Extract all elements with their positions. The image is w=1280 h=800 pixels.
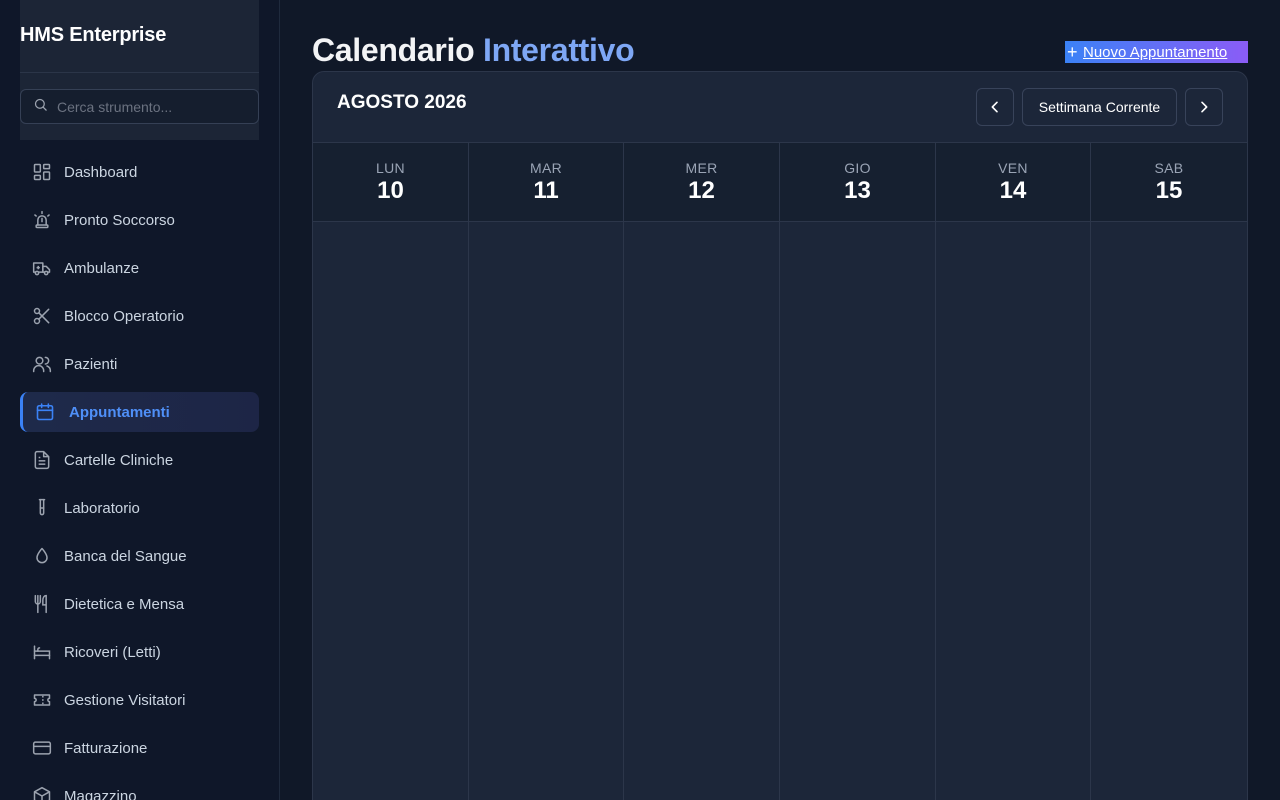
search-icon: [33, 97, 48, 117]
calendar-header: AGOSTO 2026 Settimana Corrente: [313, 72, 1247, 143]
credit-card-icon: [32, 738, 52, 758]
day-of-week: MER: [685, 160, 718, 176]
sidebar-item-label: Cartelle Cliniche: [64, 451, 174, 469]
day-column-tue[interactable]: MAR 11: [469, 143, 624, 800]
sidebar-item-fatturazione[interactable]: Fatturazione: [20, 728, 259, 768]
sidebar-item-ricoveri[interactable]: Ricoveri (Letti): [20, 632, 259, 672]
sidebar-header: HMS Enterprise: [20, 0, 259, 140]
chevron-left-icon: [991, 101, 998, 113]
siren-icon: [32, 210, 52, 230]
package-icon: [32, 786, 52, 800]
test-tube-icon: [32, 498, 52, 518]
sidebar-item-dashboard[interactable]: Dashboard: [20, 152, 259, 192]
day-slot-area[interactable]: [624, 222, 779, 800]
users-icon: [32, 354, 52, 374]
divider: [20, 72, 259, 73]
day-number: 13: [844, 177, 871, 204]
ticket-icon: [32, 690, 52, 710]
day-slot-area[interactable]: [780, 222, 935, 800]
sidebar-item-label: Fatturazione: [64, 739, 148, 757]
droplet-icon: [32, 546, 52, 566]
sidebar-item-label: Pronto Soccorso: [64, 211, 175, 229]
sidebar-item-magazzino[interactable]: Magazzino: [20, 776, 259, 800]
utensils-icon: [32, 594, 52, 614]
chevron-right-icon: [1201, 101, 1208, 113]
sidebar-item-label: Appuntamenti: [69, 403, 170, 421]
next-week-button[interactable]: [1185, 88, 1223, 126]
day-column-wed[interactable]: MER 12: [624, 143, 780, 800]
sidebar-item-pronto-soccorso[interactable]: Pronto Soccorso: [20, 200, 259, 240]
day-of-week: LUN: [376, 160, 405, 176]
day-number: 11: [533, 177, 559, 204]
page-title: Calendario Interattivo: [312, 32, 635, 69]
plus-icon: +: [1067, 42, 1078, 62]
page-title-accent: Interattivo: [482, 32, 635, 68]
day-number: 10: [377, 177, 404, 204]
sidebar-item-pazienti[interactable]: Pazienti: [20, 344, 259, 384]
day-of-week: SAB: [1154, 160, 1184, 176]
search-box[interactable]: [20, 89, 259, 124]
day-number: 12: [688, 177, 715, 204]
calendar-month: AGOSTO 2026: [337, 92, 467, 113]
day-slot-area[interactable]: [936, 222, 1090, 800]
day-header: SAB 15: [1091, 143, 1247, 222]
sidebar-item-dietetica-e-mensa[interactable]: Dietetica e Mensa: [20, 584, 259, 624]
sidebar-item-label: Banca del Sangue: [64, 547, 187, 565]
page-title-main: Calendario: [312, 32, 475, 68]
sidebar-item-gestione-visitatori[interactable]: Gestione Visitatori: [20, 680, 259, 720]
calendar-icon: [35, 402, 55, 422]
day-column-mon[interactable]: LUN 10: [313, 143, 469, 800]
current-week-button[interactable]: Settimana Corrente: [1022, 88, 1177, 126]
scissors-icon: [32, 306, 52, 326]
bed-icon: [32, 642, 52, 662]
sidebar-item-label: Blocco Operatorio: [64, 307, 185, 325]
calendar-panel: AGOSTO 2026 Settimana Corrente LUN 10 MA…: [312, 71, 1248, 800]
file-text-icon: [32, 450, 52, 470]
new-appointment-button[interactable]: + Nuovo Appuntamento: [1065, 41, 1248, 63]
day-header: MAR 11: [469, 143, 623, 222]
week-grid: LUN 10 MAR 11 MER 12 GIO 13 VEN 14 SAB 1…: [313, 143, 1247, 800]
day-column-sat[interactable]: SAB 15: [1091, 143, 1247, 800]
sidebar-item-blocco-operatorio[interactable]: Blocco Operatorio: [20, 296, 259, 336]
day-slot-area[interactable]: [469, 222, 623, 800]
sidebar-item-label: Ambulanze: [64, 259, 140, 277]
day-slot-area[interactable]: [1091, 222, 1247, 800]
sidebar-item-laboratorio[interactable]: Laboratorio: [20, 488, 259, 528]
day-header: LUN 10: [313, 143, 468, 222]
day-number: 15: [1155, 177, 1183, 204]
ambulance-icon: [32, 258, 52, 278]
sidebar-item-banca-del-sangue[interactable]: Banca del Sangue: [20, 536, 259, 576]
day-column-thu[interactable]: GIO 13: [780, 143, 936, 800]
new-appointment-label: Nuovo Appuntamento: [1083, 43, 1228, 61]
app-brand: HMS Enterprise: [20, 24, 167, 46]
sidebar-item-appuntamenti[interactable]: Appuntamenti: [20, 392, 259, 432]
day-of-week: MAR: [529, 160, 562, 176]
day-of-week: GIO: [844, 160, 871, 176]
sidebar-item-label: Dashboard: [64, 163, 138, 181]
day-header: MER 12: [624, 143, 779, 222]
sidebar-nav: Dashboard Pronto Soccorso Ambulanze Bloc…: [20, 152, 259, 800]
day-column-fri[interactable]: VEN 14: [936, 143, 1091, 800]
sidebar-item-label: Magazzino: [64, 787, 137, 800]
sidebar-item-label: Laboratorio: [64, 499, 140, 517]
day-of-week: VEN: [998, 160, 1028, 176]
dashboard-icon: [32, 162, 52, 182]
sidebar-item-label: Ricoveri (Letti): [64, 643, 161, 661]
sidebar-item-label: Gestione Visitatori: [64, 691, 186, 709]
sidebar-item-ambulanze[interactable]: Ambulanze: [20, 248, 259, 288]
sidebar-item-label: Pazienti: [64, 355, 118, 373]
search-input[interactable]: [57, 98, 247, 115]
sidebar-item-cartelle-cliniche[interactable]: Cartelle Cliniche: [20, 440, 259, 480]
day-slot-area[interactable]: [313, 222, 468, 800]
prev-week-button[interactable]: [976, 88, 1014, 126]
day-header: VEN 14: [936, 143, 1090, 222]
day-number: 14: [999, 177, 1027, 204]
sidebar-item-label: Dietetica e Mensa: [64, 595, 185, 613]
sidebar: HMS Enterprise Dashboard Pronto Soccorso: [0, 0, 280, 800]
day-header: GIO 13: [780, 143, 935, 222]
